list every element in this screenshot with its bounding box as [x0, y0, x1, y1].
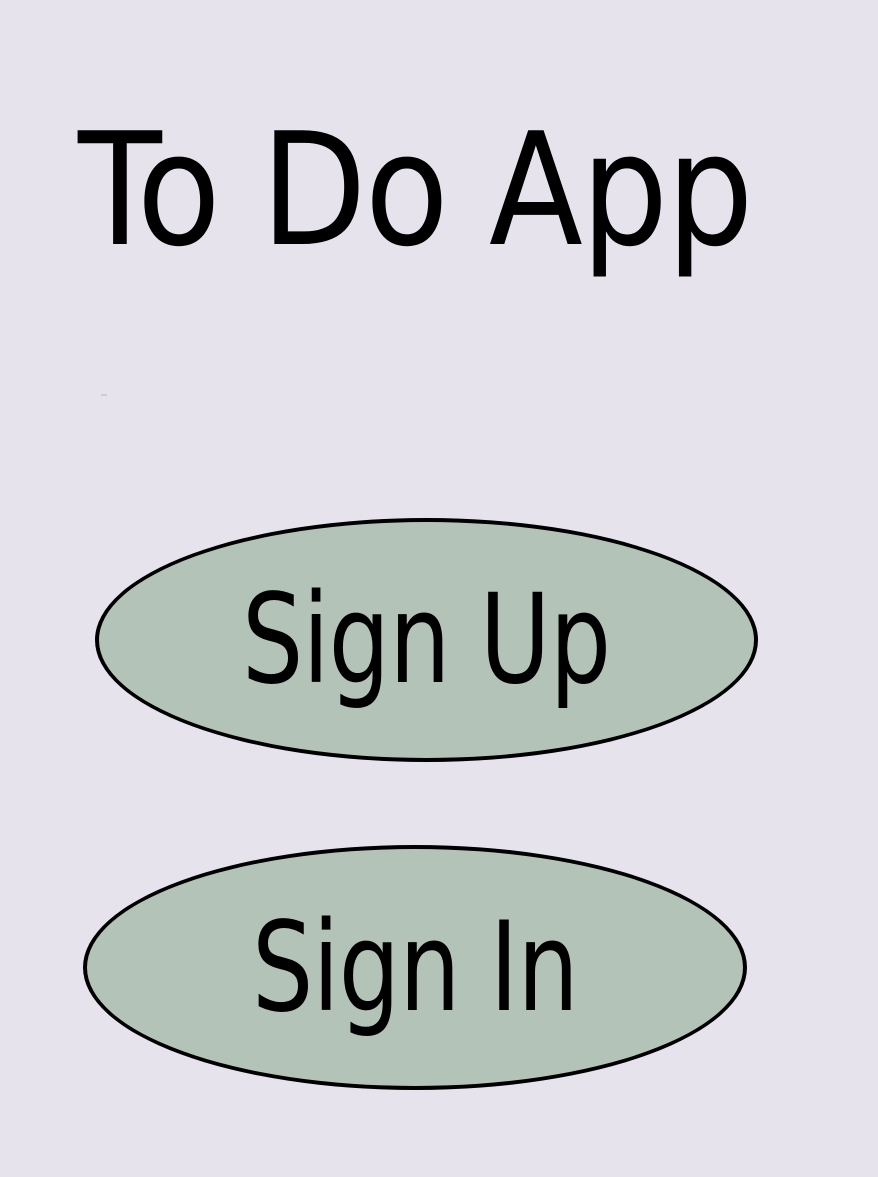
sign-in-label: Sign In: [251, 895, 579, 1040]
sign-in-button[interactable]: Sign In: [83, 845, 747, 1090]
app-title: To Do App: [78, 99, 754, 281]
sign-up-button[interactable]: Sign Up: [95, 518, 758, 762]
decorative-mark: [101, 394, 107, 396]
sign-up-label: Sign Up: [242, 568, 611, 712]
